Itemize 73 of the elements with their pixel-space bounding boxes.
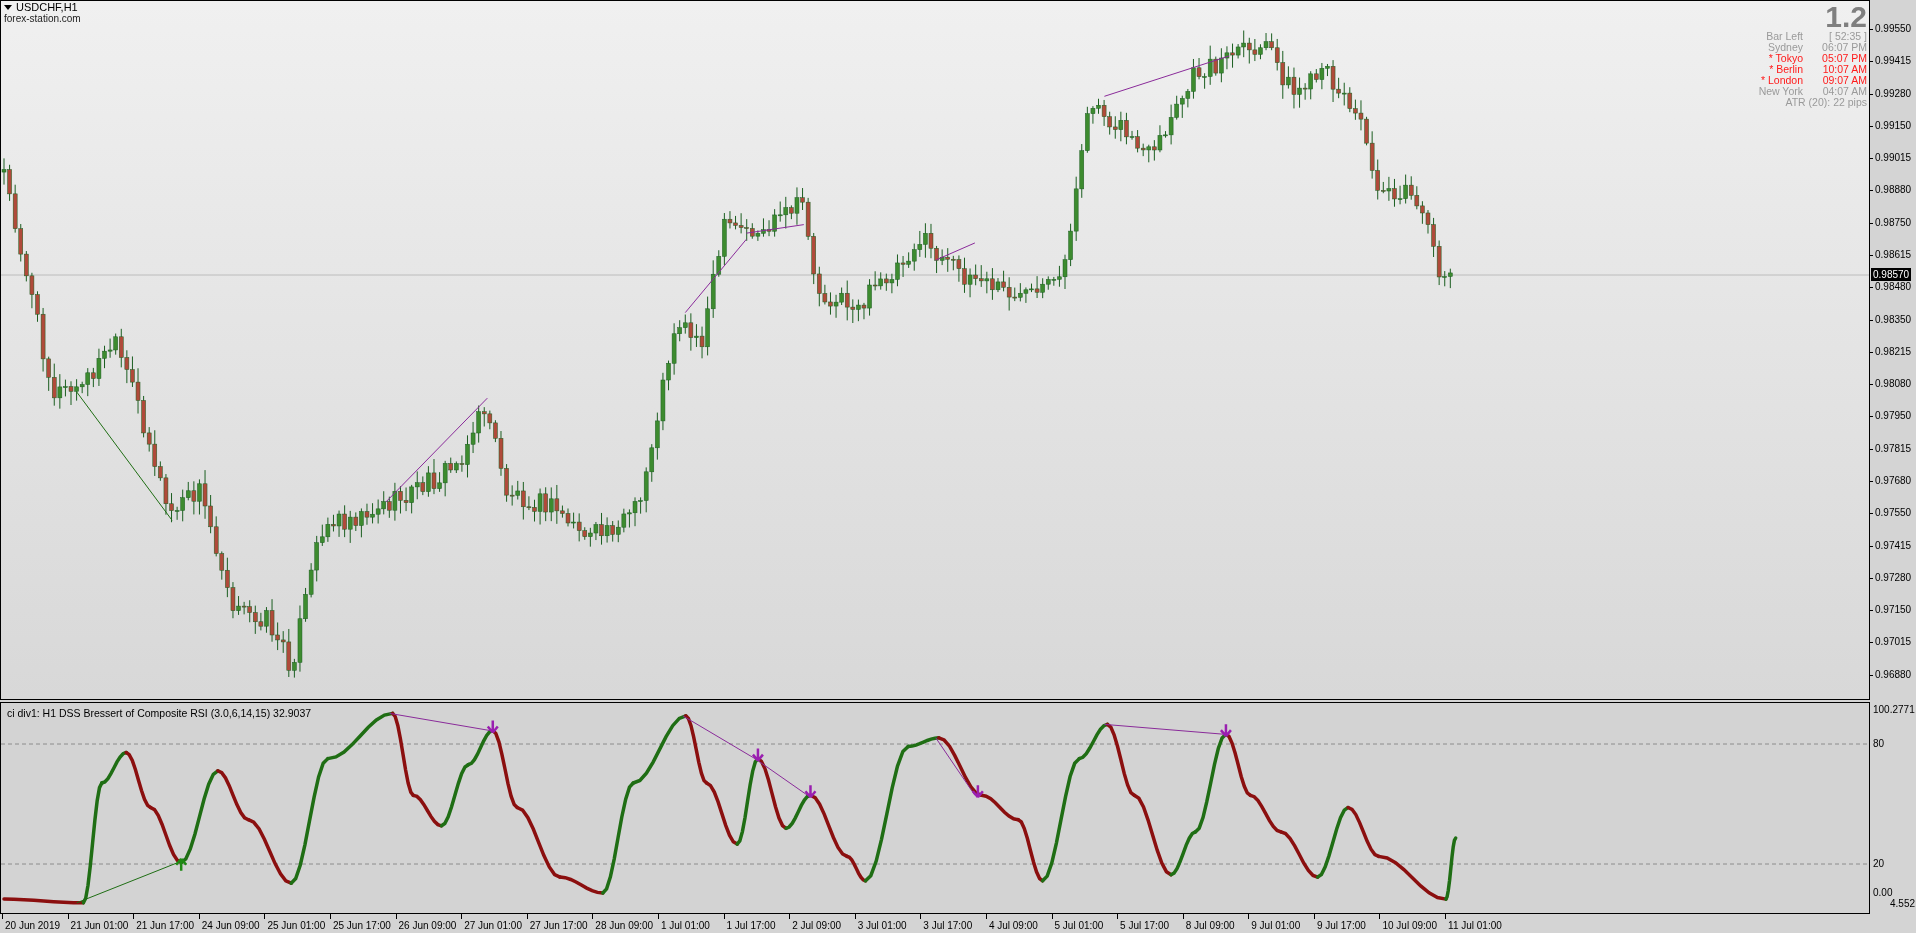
time-tick-label: 8 Jul 09:00 bbox=[1185, 919, 1235, 933]
price-tick-label: 0.98750 bbox=[1875, 215, 1912, 230]
indicator-min-label: 4.552 bbox=[1890, 899, 1916, 909]
price-tick-label: 0.97815 bbox=[1875, 441, 1912, 456]
session-time: 04:07 AM bbox=[1821, 86, 1867, 97]
price-tick-label: 0.97950 bbox=[1875, 409, 1912, 424]
session-time: 05:07 PM bbox=[1821, 53, 1867, 64]
time-tick-label: 3 Jul 01:00 bbox=[857, 919, 907, 933]
session-name: * Berlin bbox=[1768, 64, 1803, 75]
session-time: 06:07 PM bbox=[1821, 42, 1867, 53]
session-time: 09:07 AM bbox=[1821, 75, 1867, 86]
source-label: forex-station.com bbox=[4, 13, 81, 24]
time-tick-label: 5 Jul 01:00 bbox=[1054, 919, 1104, 933]
session-name: New York bbox=[1757, 86, 1803, 97]
time-tick-label: 21 Jun 17:00 bbox=[136, 919, 194, 933]
time-tick-label: 20 Jun 2019 bbox=[5, 919, 61, 933]
price-tick-label: 0.97550 bbox=[1875, 506, 1912, 521]
indicator-zero-label: 0.00 bbox=[1873, 888, 1893, 898]
time-tick-label: 25 Jun 01:00 bbox=[267, 919, 326, 933]
price-tick-label: 0.98615 bbox=[1875, 247, 1912, 262]
time-tick-label: 21 Jun 01:00 bbox=[70, 919, 129, 933]
price-tick-label: 0.97280 bbox=[1875, 570, 1912, 585]
price-tick-label: 0.97680 bbox=[1875, 473, 1912, 488]
time-tick-label: 26 Jun 09:00 bbox=[398, 919, 457, 933]
session-name: * London bbox=[1759, 75, 1803, 86]
price-tick-label: 0.98350 bbox=[1875, 312, 1912, 327]
divergence-line bbox=[745, 224, 805, 234]
session-time: 10:07 AM bbox=[1821, 64, 1867, 75]
session-name: Bar Left bbox=[1765, 31, 1803, 42]
price-tick-label: 0.99150 bbox=[1875, 118, 1912, 133]
session-name: * Tokyo bbox=[1767, 53, 1803, 64]
indicator-panel[interactable]: ci div1: H1 DSS Bressert of Composite RSI (3.0,6,14,15) 32.9037 bbox=[0, 702, 1870, 914]
time-tick-label: 27 Jun 01:00 bbox=[464, 919, 522, 933]
atr-label: ATR (20): 22 pips bbox=[1785, 97, 1867, 108]
price-tick-label: 0.99415 bbox=[1875, 54, 1912, 69]
time-tick-label: 1 Jul 01:00 bbox=[660, 919, 710, 933]
time-tick-label: 2 Jul 09:00 bbox=[792, 919, 842, 933]
dropdown-icon[interactable] bbox=[4, 5, 12, 10]
time-tick-label: 11 Jul 01:00 bbox=[1448, 919, 1502, 933]
price-tick-label: 0.99550 bbox=[1875, 22, 1912, 36]
price-tick-label: 0.98880 bbox=[1875, 183, 1912, 198]
price-tick-label: 0.98215 bbox=[1875, 344, 1912, 359]
spread-value: 1.2 bbox=[1825, 3, 1867, 31]
session-name: Sydney bbox=[1766, 42, 1803, 53]
symbol-label: USDCHF,H1 bbox=[16, 2, 78, 13]
price-chart[interactable]: USDCHF,H1 forex-station.com 1.2 Bar Left [ 52:35 ] Sydney 06:07 PM * Tokyo 05:07 PM * Berlin 10:07 AM * London 09:07 AM New York 04:07 AM ATR (20): 22 pips bbox=[0, 0, 1870, 700]
price-tick-label: 0.99280 bbox=[1875, 86, 1912, 101]
divergence-line bbox=[935, 242, 976, 261]
indicator-max-label: 100.2771 bbox=[1873, 703, 1915, 717]
time-tick-label: 24 Jun 09:00 bbox=[201, 919, 260, 933]
price-tick-label: 0.97150 bbox=[1875, 603, 1912, 618]
time-tick-label: 9 Jul 17:00 bbox=[1316, 919, 1366, 933]
time-tick-label: 10 Jul 09:00 bbox=[1382, 919, 1437, 933]
session-time: [ 52:35 ] bbox=[1829, 31, 1867, 42]
time-tick-label: 9 Jul 01:00 bbox=[1251, 919, 1301, 933]
time-tick-label: 4 Jul 09:00 bbox=[988, 919, 1038, 933]
time-tick-label: 1 Jul 17:00 bbox=[726, 919, 776, 933]
time-tick-label: 5 Jul 17:00 bbox=[1120, 919, 1170, 933]
time-tick-label: 28 Jun 09:00 bbox=[595, 919, 654, 933]
price-tick-label: 0.97415 bbox=[1875, 538, 1912, 553]
price-tick-label: 0.98080 bbox=[1875, 377, 1912, 392]
price-tick-label: 0.96880 bbox=[1875, 667, 1912, 682]
price-tick-label: 0.99015 bbox=[1875, 151, 1912, 166]
level-label: 20 bbox=[1873, 857, 1885, 871]
time-tick-label: 27 Jun 17:00 bbox=[529, 919, 588, 933]
level-label: 80 bbox=[1873, 737, 1885, 751]
current-price-label: 0.98570 bbox=[1871, 268, 1912, 281]
time-tick-label: 3 Jul 17:00 bbox=[923, 919, 973, 933]
indicator-title: ci div1: H1 DSS Bressert of Composite RSI (3.0,6,14,15) 32.9037 bbox=[7, 706, 312, 721]
price-tick-label: 0.97015 bbox=[1875, 635, 1912, 650]
time-tick-label: 25 Jun 17:00 bbox=[332, 919, 391, 933]
price-tick-label: 0.98480 bbox=[1875, 280, 1912, 295]
divergence-line bbox=[935, 737, 976, 796]
